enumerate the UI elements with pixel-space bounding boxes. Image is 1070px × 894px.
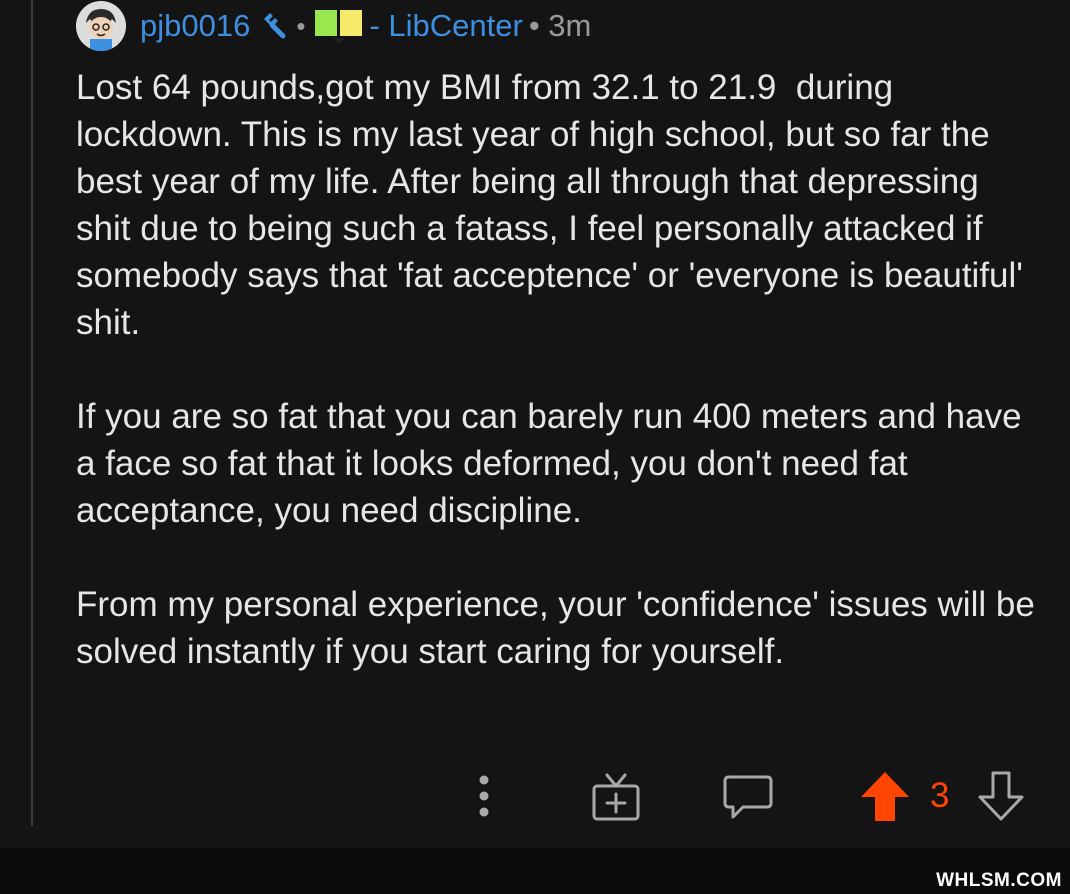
comment-body: Lost 64 pounds,got my BMI from 32.1 to 2…: [76, 64, 1036, 675]
comment-card: pjb0016 • - LibCenter • 3m Lost 64 pound…: [0, 0, 1070, 848]
watermark: WHLSM.COM: [936, 870, 1062, 891]
upvote-icon[interactable]: [858, 768, 912, 824]
downvote-icon[interactable]: [974, 768, 1028, 824]
more-options-icon[interactable]: [466, 770, 502, 822]
avatar[interactable]: [76, 1, 126, 51]
comment-paragraph: Lost 64 pounds,got my BMI from 32.1 to 2…: [76, 68, 1033, 342]
comment-actions: 3: [0, 766, 1070, 826]
comment-paragraph: If you are so fat that you can barely ru…: [76, 397, 1032, 530]
user-flair[interactable]: - LibCenter: [369, 8, 522, 44]
separator-dot: •: [296, 10, 306, 41]
vote-score: 3: [930, 776, 950, 815]
comment-paragraph: From my personal experience, your 'confi…: [76, 585, 1045, 671]
award-gift-icon[interactable]: [588, 768, 644, 824]
comment-header: pjb0016 • - LibCenter • 3m: [76, 1, 592, 51]
wrench-icon: [258, 11, 288, 41]
username-link[interactable]: pjb0016: [140, 8, 250, 44]
timestamp: • 3m: [528, 8, 592, 43]
thread-line[interactable]: [31, 0, 33, 826]
libcenter-flair-icon: [313, 8, 365, 44]
reply-icon[interactable]: [720, 768, 776, 824]
footer-bar: WHLSM.COM: [0, 848, 1070, 894]
